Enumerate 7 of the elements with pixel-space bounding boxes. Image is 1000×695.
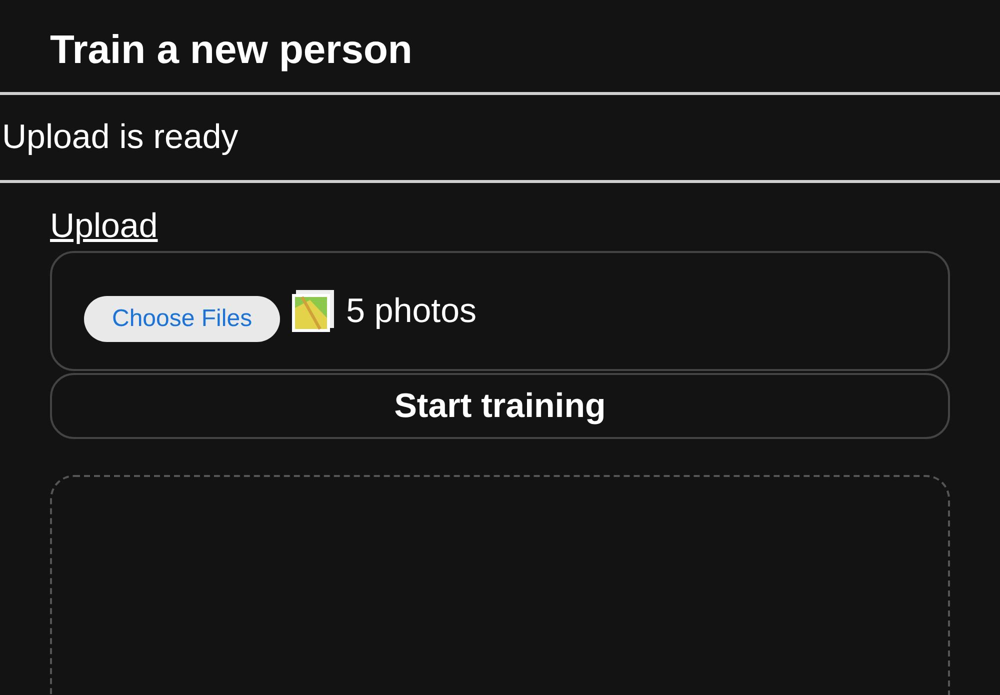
start-training-button[interactable]: Start training — [50, 373, 950, 439]
photo-stack-icon — [290, 288, 336, 334]
choose-files-button[interactable]: Choose Files — [84, 296, 280, 342]
upload-link[interactable]: Upload — [50, 209, 158, 243]
status-message: Upload is ready — [1, 117, 240, 158]
file-count: 5 photos — [346, 292, 477, 330]
page-title: Train a new person — [49, 27, 414, 74]
